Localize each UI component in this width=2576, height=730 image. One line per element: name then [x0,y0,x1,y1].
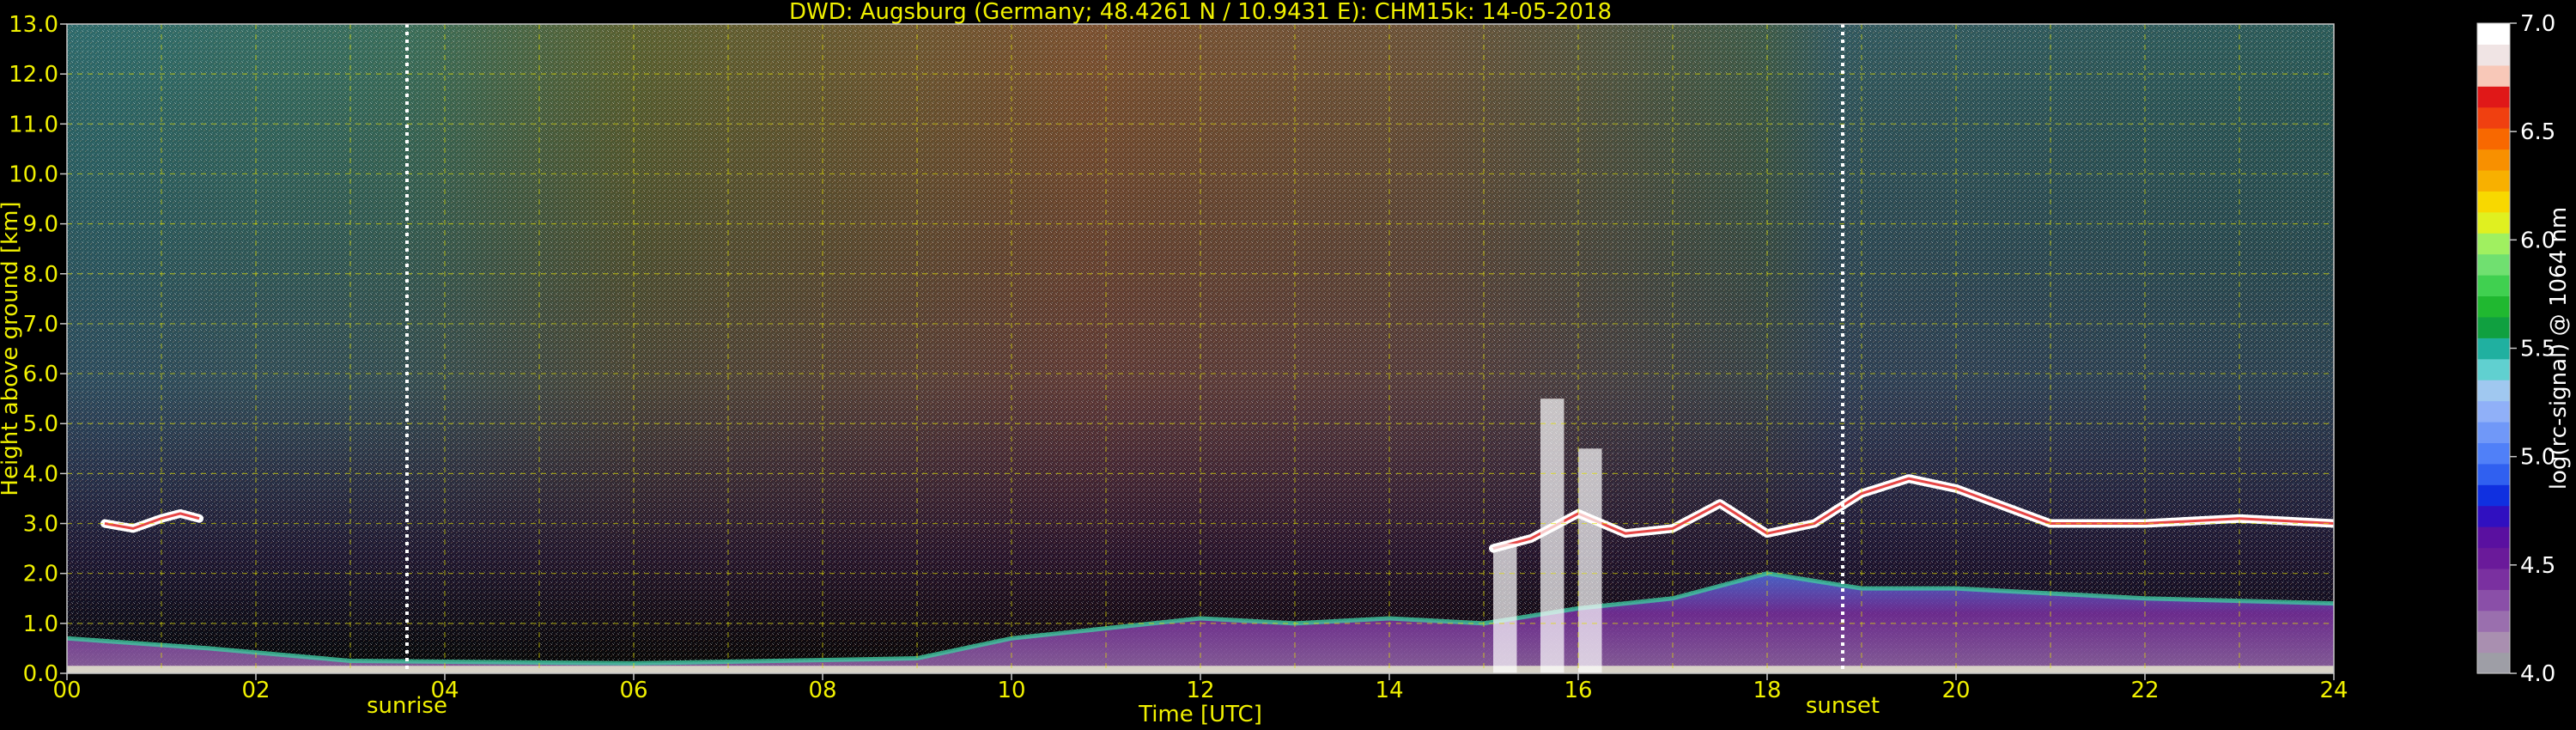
colorbar-bin [2477,64,2510,87]
y-tick-label: 10.0 [9,161,58,187]
colorbar-label: log(rc-signal) @ 1064 nm [2546,207,2572,490]
colorbar-bin [2477,631,2510,654]
convective-plume-2 [1540,398,1564,673]
x-tick-label: 10 [997,678,1025,703]
x-tick-label: 12 [1186,678,1214,703]
colorbar-bin [2477,526,2510,549]
colorbar-bin [2477,568,2510,590]
colorbar-tick-label: 4.5 [2520,553,2555,579]
colorbar: 4.04.55.05.56.06.57.0 [2476,11,2555,687]
x-tick-label: 02 [241,678,270,703]
y-tick-label: 12.0 [9,62,58,88]
colorbar-bin [2477,295,2510,318]
colorbar-bin [2477,149,2510,171]
y-tick-label: 1.0 [23,611,58,637]
colorbar-bin [2477,400,2510,423]
colorbar-bin [2477,652,2510,674]
x-tick-label: 08 [808,678,836,703]
colorbar-bin [2477,253,2510,276]
colorbar-bin [2477,463,2510,485]
colorbar-bin [2477,128,2510,150]
colorbar-bin [2477,484,2510,507]
x-tick-label: 18 [1753,678,1781,703]
y-axis-label: Height above ground [km] [0,201,23,496]
convective-plume-3 [1578,448,1602,673]
colorbar-bin [2477,380,2510,402]
colorbar-bin [2477,316,2510,338]
x-tick-label: 16 [1564,678,1592,703]
x-tick-label: 06 [619,678,647,703]
colorbar-tick-label: 7.0 [2520,11,2555,37]
x-tick-label: 24 [2319,678,2348,703]
colorbar-bin [2477,233,2510,255]
y-tick-label: 2.0 [23,562,58,587]
colorbar-bin [2477,23,2510,46]
colorbar-bin [2477,610,2510,632]
chart-title: DWD: Augsburg (Germany; 48.4261 N / 10.9… [789,0,1612,25]
y-tick-label: 0.0 [23,661,58,687]
colorbar-bin [2477,106,2510,129]
colorbar-bin [2477,358,2510,380]
y-tick-label: 9.0 [23,212,58,238]
y-tick-label: 8.0 [23,262,58,288]
colorbar-bin [2477,442,2510,465]
x-tick-label: 04 [430,678,459,703]
y-tick-label: 7.0 [23,312,58,338]
ceilometer-chart: DWD: Augsburg (Germany; 48.4261 N / 10.9… [0,0,2572,727]
colorbar-tick-label: 6.5 [2520,119,2555,145]
colorbar-bin [2477,44,2510,66]
y-tick-label: 3.0 [23,512,58,538]
colorbar-bin [2477,421,2510,443]
convective-plume-1 [1493,543,1517,673]
colorbar-bin [2477,275,2510,297]
x-tick-label: 14 [1375,678,1403,703]
colorbar-bin [2477,338,2510,360]
colorbar-bin [2477,505,2510,527]
x-tick-label: 20 [1941,678,1970,703]
y-tick-label: 13.0 [9,12,58,38]
colorbar-bin [2477,589,2510,611]
colorbar-bin [2477,547,2510,569]
colorbar-tick-label: 4.0 [2520,661,2555,687]
colorbar-bin [2477,169,2510,192]
y-tick-label: 4.0 [23,461,58,487]
x-tick-label: 22 [2130,678,2159,703]
colorbar-bin [2477,211,2510,234]
x-axis-label: Time [UTC] [1138,702,1262,727]
y-tick-label: 6.0 [23,362,58,387]
y-tick-label: 5.0 [23,411,58,437]
colorbar-bin [2477,191,2510,213]
y-tick-label: 11.0 [9,112,58,137]
sunset-label: sunset [1806,693,1880,719]
colorbar-bin [2477,86,2510,108]
